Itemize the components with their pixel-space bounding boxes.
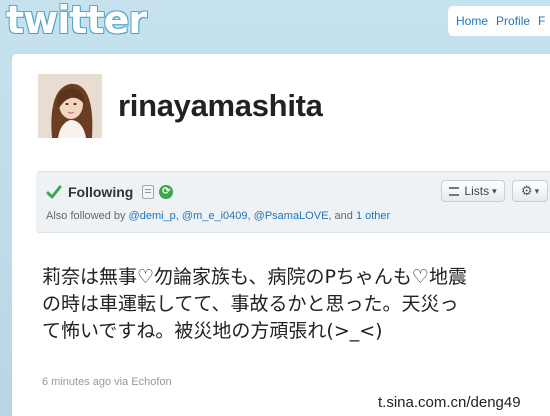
chevron-down-icon: ▾: [492, 185, 497, 196]
checkmark-icon: [46, 185, 62, 199]
nav-profile[interactable]: Profile: [496, 14, 530, 28]
lists-button[interactable]: Lists ▾: [441, 180, 505, 202]
profile-panel: rinayamashita Following ⟳ Lists ▾ ⚙ ▾ Al…: [12, 54, 550, 416]
also-prefix: Also followed by: [46, 210, 129, 222]
profile-username: rinayamashita: [118, 88, 323, 123]
follow-actions-box: Following ⟳ Lists ▾ ⚙ ▾ Also followed by…: [36, 171, 550, 233]
lists-label: Lists: [464, 184, 490, 198]
also-followed-by: Also followed by @demi_p, @m_e_i0409, @P…: [46, 210, 390, 222]
tweet-text: 莉奈は無事♡勿論家族も、病院のPちゃんも♡地震の時は車運転してて、事故るかと思っ…: [42, 266, 467, 342]
follower-link-m-e-i0409[interactable]: @m_e_i0409: [182, 210, 248, 222]
watermark: t.sina.com.cn/deng49: [378, 394, 521, 411]
separator: , and: [328, 210, 356, 222]
tweet-timestamp[interactable]: 6 minutes ago: [42, 376, 111, 388]
gear-menu-button[interactable]: ⚙ ▾: [512, 180, 548, 202]
following-label: Following: [68, 184, 134, 200]
retweet-icon[interactable]: ⟳: [159, 185, 174, 199]
nav-home[interactable]: Home: [456, 14, 488, 28]
follower-link-demi-p[interactable]: @demi_p: [129, 210, 176, 222]
other-followers-link[interactable]: 1 other: [356, 210, 390, 222]
chevron-down-icon: ▾: [534, 185, 540, 196]
top-nav: Home Profile F: [448, 6, 550, 36]
avatar[interactable]: [38, 74, 102, 138]
tweet-meta: 6 minutes ago via Echofon: [42, 376, 172, 388]
via-label: via: [111, 376, 132, 388]
gear-icon: ⚙: [520, 183, 533, 198]
twitter-logo[interactable]: twitter: [6, 0, 147, 40]
following-status[interactable]: Following ⟳: [46, 184, 174, 200]
follower-link-psamalove[interactable]: @PsamaLOVE: [254, 210, 329, 222]
device-updates-icon[interactable]: [142, 185, 155, 199]
tweet-source[interactable]: Echofon: [131, 376, 171, 388]
list-icon: [449, 186, 460, 196]
nav-find[interactable]: F: [538, 14, 545, 28]
